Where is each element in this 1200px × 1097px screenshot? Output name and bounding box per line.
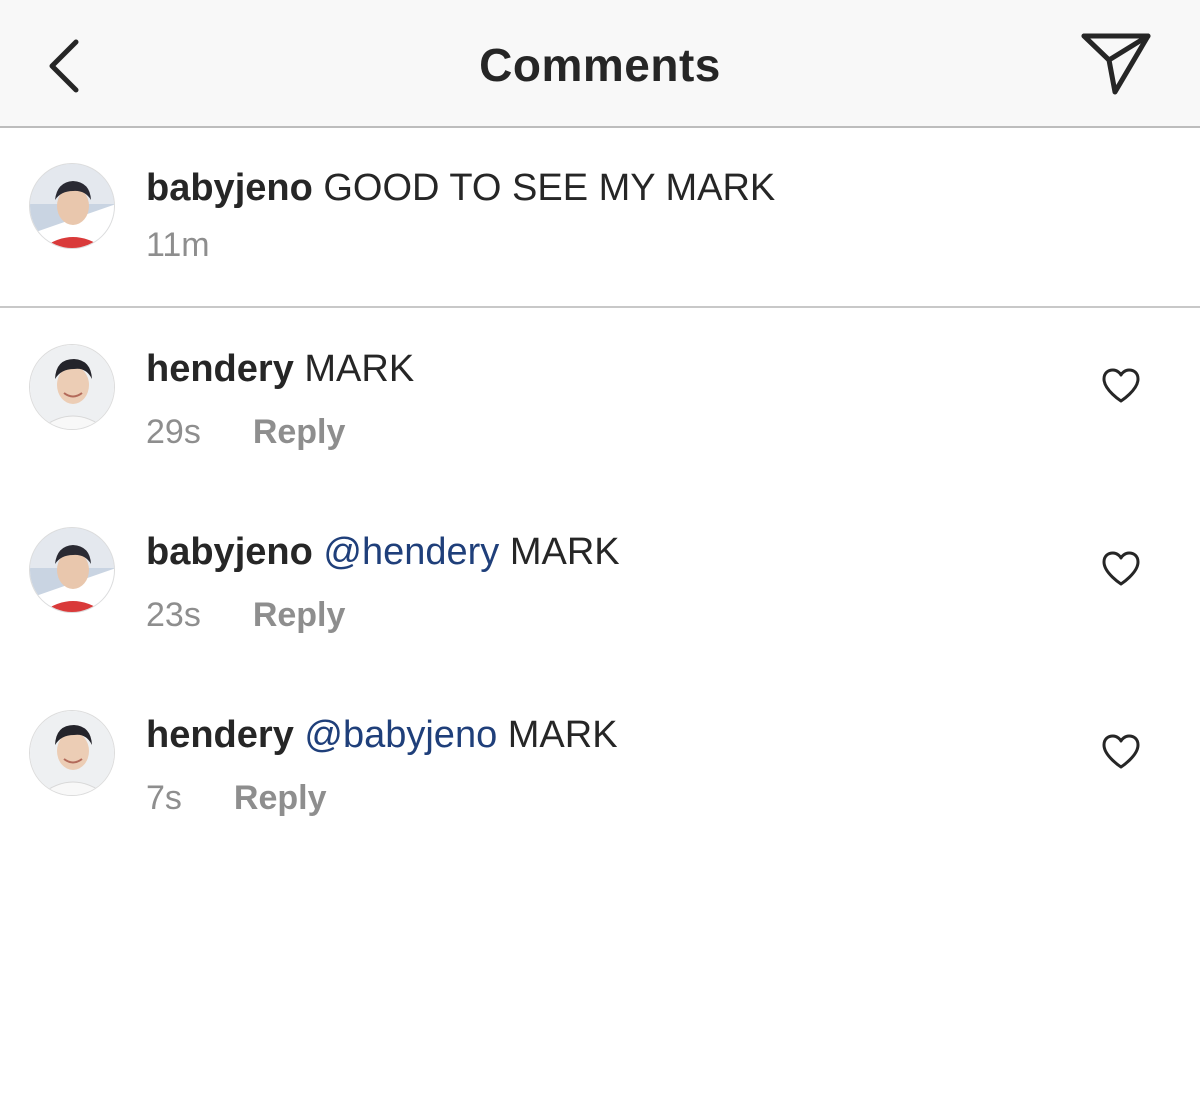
comment-body: MARK bbox=[304, 348, 415, 390]
comment-body: MARK bbox=[507, 714, 618, 756]
comment-mention[interactable]: @hendery bbox=[323, 531, 499, 573]
avatar-photo-babyjeno bbox=[30, 164, 114, 248]
comment-text: babyjeno @hendery MARK bbox=[146, 530, 620, 574]
comment-mention[interactable]: @babyjeno bbox=[304, 714, 497, 756]
caption-timestamp: 11m bbox=[146, 226, 210, 264]
avatar-photo-babyjeno bbox=[30, 528, 114, 612]
heart-icon bbox=[1102, 368, 1140, 403]
post-caption: babyjeno GOOD TO SEE MY MARK 11m bbox=[0, 128, 1200, 308]
comment-text: hendery @babyjeno MARK bbox=[146, 713, 618, 757]
reply-button[interactable]: Reply bbox=[253, 413, 346, 451]
page-title: Comments bbox=[479, 39, 721, 91]
comment-meta: 23s Reply bbox=[146, 595, 345, 635]
heart-icon bbox=[1102, 551, 1140, 586]
comment-body: MARK bbox=[509, 531, 620, 573]
comment-username[interactable]: hendery bbox=[146, 714, 294, 756]
avatar[interactable] bbox=[29, 344, 115, 430]
caption-body: GOOD TO SEE MY MARK bbox=[323, 167, 776, 209]
heart-icon bbox=[1102, 734, 1140, 769]
comment-text: hendery MARK bbox=[146, 347, 414, 391]
caption-meta: 11m bbox=[146, 225, 210, 265]
comment-timestamp: 29s bbox=[146, 413, 201, 451]
header-bar: Comments bbox=[0, 0, 1200, 128]
like-button[interactable] bbox=[1100, 733, 1142, 771]
avatar[interactable] bbox=[29, 163, 115, 249]
share-button[interactable] bbox=[1078, 30, 1154, 98]
comment-meta: 7s Reply bbox=[146, 778, 327, 818]
comment-timestamp: 23s bbox=[146, 596, 201, 634]
avatar[interactable] bbox=[29, 710, 115, 796]
avatar-photo-hendery bbox=[30, 711, 114, 795]
paper-plane-icon bbox=[1081, 33, 1151, 95]
avatar-photo-hendery bbox=[30, 345, 114, 429]
like-button[interactable] bbox=[1100, 367, 1142, 405]
avatar[interactable] bbox=[29, 527, 115, 613]
caption-username[interactable]: babyjeno bbox=[146, 167, 313, 209]
like-button[interactable] bbox=[1100, 550, 1142, 588]
caption-text: babyjeno GOOD TO SEE MY MARK bbox=[146, 166, 775, 210]
comment-username[interactable]: babyjeno bbox=[146, 531, 313, 573]
comment-meta: 29s Reply bbox=[146, 412, 345, 452]
comment-timestamp: 7s bbox=[146, 779, 182, 817]
reply-button[interactable]: Reply bbox=[234, 779, 327, 817]
reply-button[interactable]: Reply bbox=[253, 596, 346, 634]
comment-username[interactable]: hendery bbox=[146, 348, 294, 390]
